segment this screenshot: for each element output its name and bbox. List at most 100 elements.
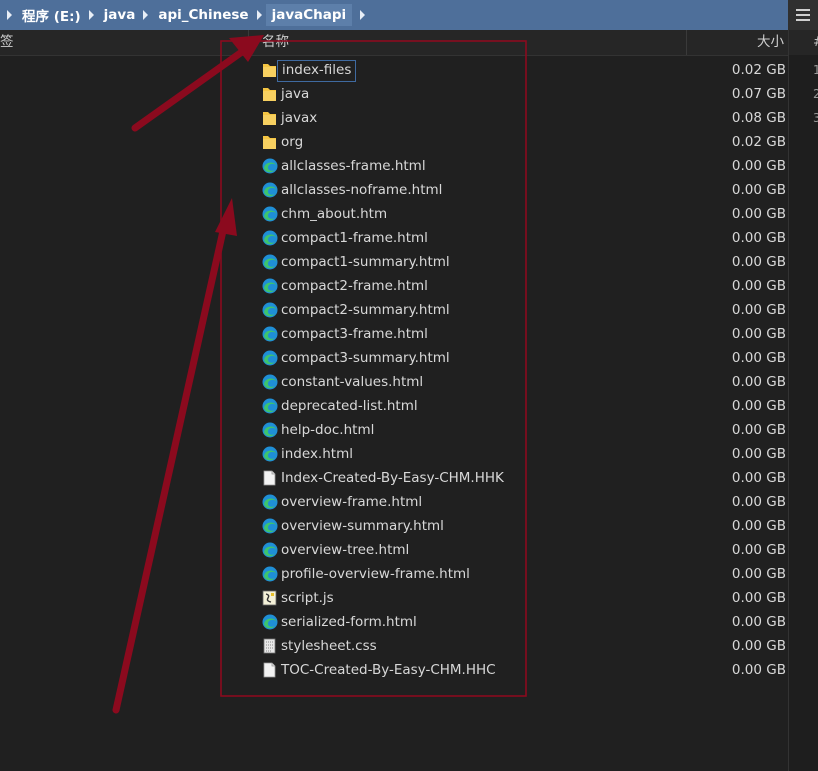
breadcrumb-label[interactable]: api_Chinese: [158, 5, 248, 25]
file-name[interactable]: TOC-Created-By-Easy-CHM.HHC: [277, 660, 500, 680]
file-name[interactable]: index-files: [277, 60, 357, 82]
file-row[interactable]: serialized-form.html 0.00 GB: [0, 610, 788, 634]
file-size: 0.00 GB: [731, 446, 786, 462]
file-size: 0.00 GB: [731, 542, 786, 558]
breadcrumb-label[interactable]: 程序 (E:): [22, 3, 81, 27]
file-size: 0.00 GB: [731, 326, 786, 342]
file-row[interactable]: index-files 0.02 GB: [0, 58, 788, 82]
breadcrumb-chevron-icon[interactable]: [143, 10, 149, 20]
file-row[interactable]: TOC-Created-By-Easy-CHM.HHC 0.00 GB: [0, 658, 788, 682]
breadcrumb-label[interactable]: java: [104, 5, 136, 25]
file-row[interactable]: chm_about.htm 0.00 GB: [0, 202, 788, 226]
file-row[interactable]: overview-tree.html 0.00 GB: [0, 538, 788, 562]
file-name[interactable]: overview-tree.html: [277, 540, 413, 560]
file-name[interactable]: javax: [277, 108, 321, 128]
file-row[interactable]: compact2-frame.html 0.00 GB: [0, 274, 788, 298]
edge-browser-icon: [262, 278, 278, 294]
file-size: 0.00 GB: [731, 566, 786, 582]
file-size: 0.00 GB: [731, 398, 786, 414]
file-row[interactable]: constant-values.html 0.00 GB: [0, 370, 788, 394]
file-row[interactable]: script.js 0.00 GB: [0, 586, 788, 610]
file-row[interactable]: javax 0.08 GB: [0, 106, 788, 130]
file-name[interactable]: compact1-summary.html: [277, 252, 454, 272]
folder-icon: [262, 86, 277, 102]
file-size: 0.00 GB: [731, 470, 786, 486]
column-size-header[interactable]: 大小: [757, 30, 784, 55]
file-name[interactable]: compact2-frame.html: [277, 276, 432, 296]
file-row[interactable]: overview-frame.html 0.00 GB: [0, 490, 788, 514]
breadcrumb-chevron-icon[interactable]: [7, 10, 12, 20]
file-name[interactable]: constant-values.html: [277, 372, 427, 392]
file-name[interactable]: compact1-frame.html: [277, 228, 432, 248]
file-name[interactable]: Index-Created-By-Easy-CHM.HHK: [277, 468, 508, 488]
file-row[interactable]: compact1-summary.html 0.00 GB: [0, 250, 788, 274]
file-row[interactable]: compact3-summary.html 0.00 GB: [0, 346, 788, 370]
file-list: index-files 0.02 GB java 0.07 GB javax 0.08 G…: [0, 58, 788, 682]
file-size: 0.02 GB: [731, 62, 786, 78]
breadcrumb-chevron-icon[interactable]: [360, 10, 366, 20]
side-pane-header: #: [789, 30, 818, 55]
file-name[interactable]: index.html: [277, 444, 357, 464]
column-name-header[interactable]: 名称: [262, 30, 289, 55]
file-name[interactable]: compact3-summary.html: [277, 348, 454, 368]
file-size: 0.02 GB: [731, 134, 786, 150]
file-size: 0.00 GB: [731, 302, 786, 318]
edge-browser-icon: [262, 446, 278, 462]
side-pane: # 1 2 3: [788, 30, 818, 771]
file-name[interactable]: help-doc.html: [277, 420, 378, 440]
file-row[interactable]: allclasses-noframe.html 0.00 GB: [0, 178, 788, 202]
column-divider[interactable]: [248, 30, 249, 55]
file-name[interactable]: profile-overview-frame.html: [277, 564, 474, 584]
file-row[interactable]: deprecated-list.html 0.00 GB: [0, 394, 788, 418]
file-row[interactable]: Index-Created-By-Easy-CHM.HHK 0.00 GB: [0, 466, 788, 490]
file-size: 0.07 GB: [731, 86, 786, 102]
column-divider[interactable]: [686, 30, 687, 55]
file-row[interactable]: index.html 0.00 GB: [0, 442, 788, 466]
breadcrumb-chevron-icon[interactable]: [256, 10, 262, 20]
script-file-icon: [262, 590, 277, 606]
edge-browser-icon: [262, 494, 278, 510]
breadcrumb-label[interactable]: javaChapi: [265, 4, 353, 26]
file-name[interactable]: stylesheet.css: [277, 636, 381, 656]
file-row[interactable]: profile-overview-frame.html 0.00 GB: [0, 562, 788, 586]
file-row[interactable]: help-doc.html 0.00 GB: [0, 418, 788, 442]
file-name[interactable]: serialized-form.html: [277, 612, 421, 632]
file-row[interactable]: java 0.07 GB: [0, 82, 788, 106]
breadcrumb-item-javachapi[interactable]: javaChapi: [249, 4, 353, 26]
file-row[interactable]: compact2-summary.html 0.00 GB: [0, 298, 788, 322]
file-name[interactable]: compact3-frame.html: [277, 324, 432, 344]
breadcrumb-item-api-chinese[interactable]: api_Chinese: [135, 5, 249, 25]
file-name[interactable]: overview-frame.html: [277, 492, 426, 512]
breadcrumb-trailing[interactable]: [352, 10, 375, 20]
file-size: 0.00 GB: [731, 662, 786, 678]
folder-icon: [262, 134, 277, 150]
file-size: 0.00 GB: [731, 158, 786, 174]
breadcrumb-item-drive[interactable]: 程序 (E:): [0, 3, 81, 27]
column-tag-header[interactable]: 签: [0, 30, 14, 55]
edge-browser-icon: [262, 518, 278, 534]
file-row[interactable]: allclasses-frame.html 0.00 GB: [0, 154, 788, 178]
file-name[interactable]: org: [277, 132, 307, 152]
file-name[interactable]: script.js: [277, 588, 338, 608]
file-row[interactable]: compact1-frame.html 0.00 GB: [0, 226, 788, 250]
breadcrumb-item-java[interactable]: java: [81, 5, 136, 25]
file-name[interactable]: allclasses-frame.html: [277, 156, 430, 176]
file-row[interactable]: stylesheet.css 0.00 GB: [0, 634, 788, 658]
file-name[interactable]: compact2-summary.html: [277, 300, 454, 320]
edge-browser-icon: [262, 158, 278, 174]
edge-browser-icon: [262, 182, 278, 198]
edge-browser-icon: [262, 614, 278, 630]
file-row[interactable]: org 0.02 GB: [0, 130, 788, 154]
file-name[interactable]: deprecated-list.html: [277, 396, 422, 416]
file-row[interactable]: overview-summary.html 0.00 GB: [0, 514, 788, 538]
file-name[interactable]: chm_about.htm: [277, 204, 391, 224]
menu-button[interactable]: [788, 0, 818, 30]
edge-browser-icon: [262, 374, 278, 390]
file-size: 0.00 GB: [731, 350, 786, 366]
breadcrumb-chevron-icon[interactable]: [88, 10, 94, 20]
file-name[interactable]: java: [277, 84, 313, 104]
file-row[interactable]: compact3-frame.html 0.00 GB: [0, 322, 788, 346]
file-name[interactable]: overview-summary.html: [277, 516, 448, 536]
file-name[interactable]: allclasses-noframe.html: [277, 180, 446, 200]
css-file-icon: [262, 638, 277, 654]
